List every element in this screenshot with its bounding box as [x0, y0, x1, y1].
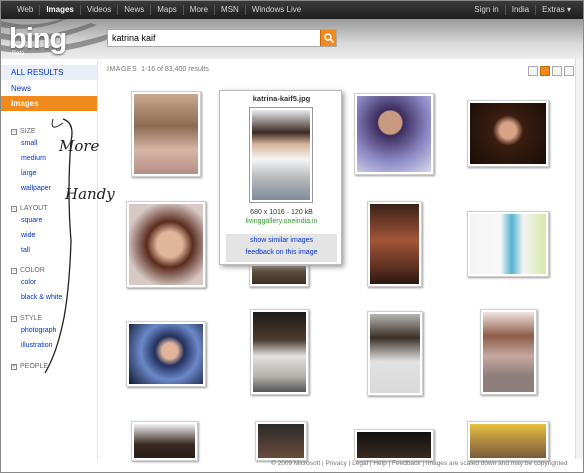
sidebar-news[interactable]: News [1, 81, 97, 95]
bing-logo[interactable]: bing Beta [9, 23, 81, 57]
facet-layout-title: LAYOUT [20, 205, 48, 212]
search-box [107, 29, 337, 47]
extras-menu[interactable]: Extras ▾ [536, 5, 577, 15]
image-thumbnail[interactable] [126, 201, 206, 288]
facet-size-large[interactable]: large [21, 170, 37, 177]
top-navigation-bar: Web Images Videos News Maps More MSN Win… [1, 1, 583, 19]
collapse-icon: − [11, 128, 17, 135]
facet-size-medium[interactable]: medium [21, 155, 46, 162]
annotation-more-text: More [59, 137, 100, 155]
preview-image[interactable] [249, 107, 313, 203]
search-icon [324, 33, 334, 43]
results-count: 1-16 of 83,400 results [141, 66, 209, 73]
view-medium-icon[interactable] [540, 66, 550, 76]
facet-people-header[interactable]: + PEOPLE [11, 363, 48, 370]
nav-more[interactable]: More [184, 5, 216, 15]
facet-color-color[interactable]: color [21, 279, 36, 286]
image-thumbnail[interactable] [367, 201, 422, 287]
image-thumbnail[interactable] [367, 311, 423, 396]
preview-dimensions: 680 x 1016 · 120 kB [250, 209, 313, 216]
page-footer: © 2009 Microsoft | Privacy | Legal | Hel… [271, 460, 568, 467]
nav-msn[interactable]: MSN [215, 5, 246, 15]
facet-layout-tall[interactable]: tall [21, 247, 30, 254]
facet-style-photograph[interactable]: photograph [21, 327, 56, 334]
image-thumbnail[interactable] [255, 421, 307, 461]
image-thumbnail[interactable] [250, 309, 309, 395]
sidebar-images[interactable]: Images [1, 96, 97, 111]
annotation-handy-text: Handy [65, 185, 115, 203]
facet-people-title: PEOPLE [20, 363, 49, 370]
image-thumbnail[interactable] [131, 91, 201, 177]
image-thumbnail[interactable] [354, 429, 434, 461]
nav-videos[interactable]: Videos [81, 5, 119, 15]
image-thumbnail[interactable] [467, 211, 549, 277]
show-similar-link[interactable]: show similar images [226, 236, 337, 246]
nav-maps[interactable]: Maps [151, 5, 184, 15]
image-thumbnail[interactable] [480, 309, 537, 395]
image-thumbnail[interactable] [354, 93, 434, 175]
collapse-icon: − [11, 315, 17, 322]
facet-style-illustration[interactable]: illustration [21, 342, 53, 349]
nav-web[interactable]: Web [11, 5, 41, 15]
view-small-icon[interactable] [528, 66, 538, 76]
view-xlarge-icon[interactable] [564, 66, 574, 76]
sign-in-link[interactable]: Sign in [468, 5, 506, 15]
search-button[interactable] [320, 30, 336, 46]
image-thumbnail[interactable] [131, 421, 198, 461]
results-summary: IMAGES 1-16 of 83,400 results [107, 66, 209, 73]
left-sidebar: ALL RESULTS News Images − SIZE small med… [1, 65, 97, 465]
nav-news[interactable]: News [118, 5, 152, 15]
facet-color-title: COLOR [20, 267, 45, 274]
search-input[interactable] [108, 30, 318, 46]
image-feedback-link[interactable]: feedback on this image [226, 248, 337, 258]
facet-style-title: STYLE [20, 315, 43, 322]
preview-actions: show similar images feedback on this ima… [226, 234, 337, 262]
browser-frame: Web Images Videos News Maps More MSN Win… [0, 0, 584, 473]
facet-size-header[interactable]: − SIZE [11, 128, 36, 135]
nav-images[interactable]: Images [40, 5, 81, 15]
image-thumbnail[interactable] [467, 421, 549, 461]
facet-color-header[interactable]: − COLOR [11, 267, 45, 274]
results-label: IMAGES [107, 66, 138, 73]
preview-source-link[interactable]: livinggallery.oneindia.in [220, 218, 343, 225]
sidebar-divider [97, 59, 98, 459]
facet-color-bw[interactable]: black & white [21, 294, 62, 301]
image-thumbnail[interactable] [467, 100, 549, 167]
view-large-icon[interactable] [552, 66, 562, 76]
region-link[interactable]: India [506, 5, 537, 15]
preview-filename: katrina-kaif5.jpg [252, 94, 311, 103]
sidebar-all-results[interactable]: ALL RESULTS [1, 65, 97, 80]
vertical-scrollbar[interactable] [575, 59, 583, 459]
facet-size-title: SIZE [20, 128, 36, 135]
facet-size-wallpaper[interactable]: wallpaper [21, 185, 51, 192]
collapse-icon: − [11, 205, 17, 212]
facet-layout-wide[interactable]: wide [21, 232, 35, 239]
view-size-toggles [528, 66, 574, 76]
facet-layout-header[interactable]: − LAYOUT [11, 205, 48, 212]
logo-beta-label: Beta [12, 51, 25, 57]
image-hover-preview[interactable]: katrina-kaif5.jpg 680 x 1016 · 120 kB li… [219, 90, 342, 265]
nav-windows-live[interactable]: Windows Live [246, 5, 307, 15]
collapse-icon: − [11, 267, 17, 274]
facet-style-header[interactable]: − STYLE [11, 315, 42, 322]
expand-icon: + [11, 363, 17, 370]
image-thumbnail[interactable] [249, 263, 309, 287]
facet-layout-square[interactable]: square [21, 217, 42, 224]
image-thumbnail[interactable] [126, 321, 206, 387]
facet-size-small[interactable]: small [21, 140, 37, 147]
